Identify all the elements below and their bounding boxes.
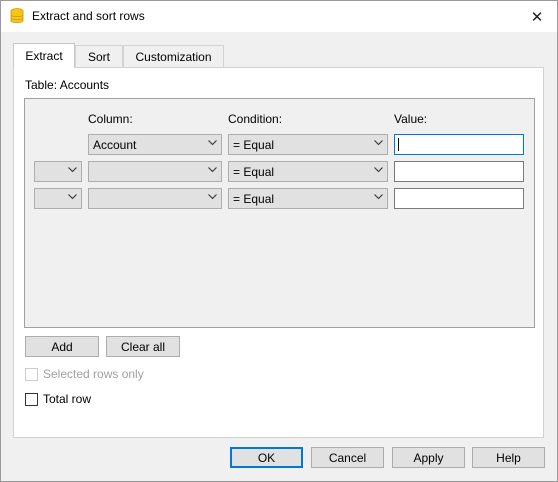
condition-header: Condition: bbox=[228, 112, 283, 126]
chevron-down-icon bbox=[68, 167, 77, 173]
ok-button-label: OK bbox=[257, 450, 276, 465]
value-input-2[interactable] bbox=[394, 161, 524, 182]
column-select-3[interactable] bbox=[88, 188, 222, 209]
chevron-down-icon bbox=[68, 194, 77, 200]
tab-label: Sort bbox=[87, 49, 110, 64]
condition-select-1[interactable]: = Equal bbox=[228, 134, 388, 155]
ok-button[interactable]: OK bbox=[230, 447, 303, 468]
help-button[interactable]: Help bbox=[472, 447, 545, 468]
dialog-window: Extract and sort rows ✕ Extract Sort Cus… bbox=[0, 0, 558, 482]
chevron-down-icon bbox=[208, 140, 217, 146]
help-button-label: Help bbox=[496, 450, 521, 465]
chevron-down-icon bbox=[374, 194, 383, 200]
column-select-value: Account bbox=[93, 138, 137, 152]
value-header: Value: bbox=[394, 112, 428, 126]
chevron-down-icon bbox=[208, 194, 217, 200]
operator-select-2[interactable] bbox=[34, 161, 82, 182]
tab-sort[interactable]: Sort bbox=[75, 45, 123, 67]
condition-select-value: = Equal bbox=[233, 138, 275, 152]
condition-select-value: = Equal bbox=[233, 192, 275, 206]
checkbox-label: Total row bbox=[43, 392, 92, 406]
checkbox-label: Selected rows only bbox=[43, 367, 144, 381]
condition-select-value: = Equal bbox=[233, 165, 275, 179]
clear-all-button[interactable]: Clear all bbox=[106, 336, 180, 357]
window-title: Extract and sort rows bbox=[32, 9, 145, 23]
apply-button[interactable]: Apply bbox=[392, 447, 465, 468]
table-label: Table: Accounts bbox=[25, 78, 110, 92]
add-button[interactable]: Add bbox=[25, 336, 99, 357]
total-row-checkbox[interactable]: Total row bbox=[25, 392, 91, 406]
column-header: Column: bbox=[88, 112, 133, 126]
chevron-down-icon bbox=[208, 167, 217, 173]
close-icon: ✕ bbox=[530, 8, 544, 26]
add-button-label: Add bbox=[51, 339, 73, 354]
operator-select-3[interactable] bbox=[34, 188, 82, 209]
chevron-down-icon bbox=[374, 167, 383, 173]
selected-rows-only-checkbox[interactable]: Selected rows only bbox=[25, 367, 144, 381]
cancel-button[interactable]: Cancel bbox=[311, 447, 384, 468]
close-button[interactable]: ✕ bbox=[517, 1, 557, 32]
database-icon bbox=[10, 8, 24, 23]
condition-select-3[interactable]: = Equal bbox=[228, 188, 388, 209]
condition-select-2[interactable]: = Equal bbox=[228, 161, 388, 182]
chevron-down-icon bbox=[374, 140, 383, 146]
title-bar: Extract and sort rows ✕ bbox=[1, 1, 557, 32]
tab-customization[interactable]: Customization bbox=[123, 45, 224, 67]
tab-label: Extract bbox=[25, 49, 63, 63]
text-caret bbox=[398, 138, 399, 151]
tab-label: Customization bbox=[135, 49, 212, 64]
tab-extract[interactable]: Extract bbox=[13, 43, 75, 68]
conditions-grid: Column: Condition: Value: Account = Equa… bbox=[24, 98, 535, 328]
apply-button-label: Apply bbox=[413, 450, 444, 465]
cancel-button-label: Cancel bbox=[328, 450, 367, 465]
checkbox-box bbox=[25, 367, 38, 381]
checkbox-box bbox=[25, 392, 38, 406]
clear-all-button-label: Clear all bbox=[120, 339, 165, 354]
value-input-1[interactable] bbox=[394, 134, 524, 155]
column-select-1[interactable]: Account bbox=[88, 134, 222, 155]
value-input-3[interactable] bbox=[394, 188, 524, 209]
extract-tab-panel: Table: Accounts Column: Condition: Value… bbox=[13, 67, 544, 438]
column-select-2[interactable] bbox=[88, 161, 222, 182]
